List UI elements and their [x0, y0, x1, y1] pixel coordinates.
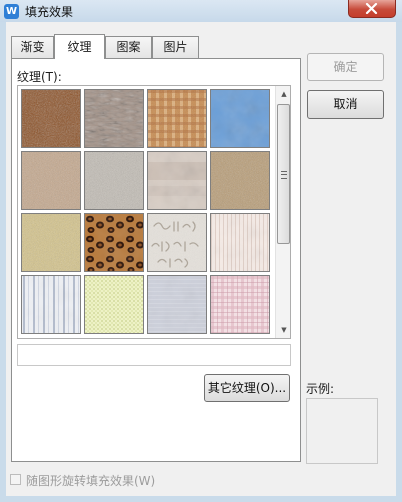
tab-picture[interactable]: 图片 — [152, 36, 199, 58]
close-button[interactable] — [348, 0, 396, 18]
ok-button[interactable]: 确定 — [307, 53, 384, 81]
title-bar[interactable]: W 填充效果 — [0, 0, 402, 22]
texture-blue-tissue[interactable] — [210, 89, 270, 148]
texture-gray-marble[interactable] — [84, 89, 144, 148]
tab-pattern[interactable]: 图案 — [105, 36, 152, 58]
texture-green-canvas[interactable] — [84, 275, 144, 334]
cancel-button[interactable]: 取消 — [307, 90, 384, 119]
texture-gray-granite[interactable] — [84, 151, 144, 210]
scroll-up-icon[interactable]: ▲ — [276, 86, 290, 102]
texture-gallery[interactable]: ▲ ▼ — [17, 85, 291, 339]
tab-texture[interactable]: 纹理 — [54, 34, 105, 59]
preview-box — [306, 398, 378, 464]
texture-yellow-sand[interactable] — [21, 213, 81, 272]
texture-pink-plaid[interactable] — [210, 275, 270, 334]
texture-gray-denim[interactable] — [147, 275, 207, 334]
texture-name-field[interactable] — [17, 344, 291, 366]
scroll-down-icon[interactable]: ▼ — [276, 322, 290, 338]
preview-label: 示例: — [306, 382, 335, 396]
texture-label: 纹理(T): — [17, 70, 62, 84]
texture-leopard-fur[interactable] — [84, 213, 144, 272]
texture-woven-burlap[interactable] — [147, 89, 207, 148]
wps-writer-icon: W — [4, 4, 19, 19]
other-texture-button[interactable]: 其它纹理(O)... — [204, 374, 290, 402]
close-icon — [365, 3, 378, 14]
tab-gradient[interactable]: 渐变 — [11, 36, 54, 58]
texture-beige-fabric[interactable] — [147, 151, 207, 210]
texture-brown-leather[interactable] — [21, 89, 81, 148]
texture-pink-tissue[interactable] — [210, 213, 270, 272]
window-title: 填充效果 — [25, 5, 74, 19]
dialog-client: 渐变 纹理 图案 图片 纹理(T): ▲ ▼ 其它纹理(O)... 确定 取消 … — [6, 22, 396, 496]
texture-brown-sand[interactable] — [210, 151, 270, 210]
rotate-with-shape-checkbox[interactable] — [10, 474, 21, 485]
rotate-with-shape-label: 随图形旋转填充效果(W) — [26, 474, 156, 488]
texture-scrollbar[interactable]: ▲ ▼ — [275, 86, 290, 338]
scroll-thumb[interactable] — [277, 104, 290, 244]
texture-tan-granite[interactable] — [21, 151, 81, 210]
texture-office-stamp[interactable] — [147, 213, 207, 272]
texture-blue-stripe[interactable] — [21, 275, 81, 334]
